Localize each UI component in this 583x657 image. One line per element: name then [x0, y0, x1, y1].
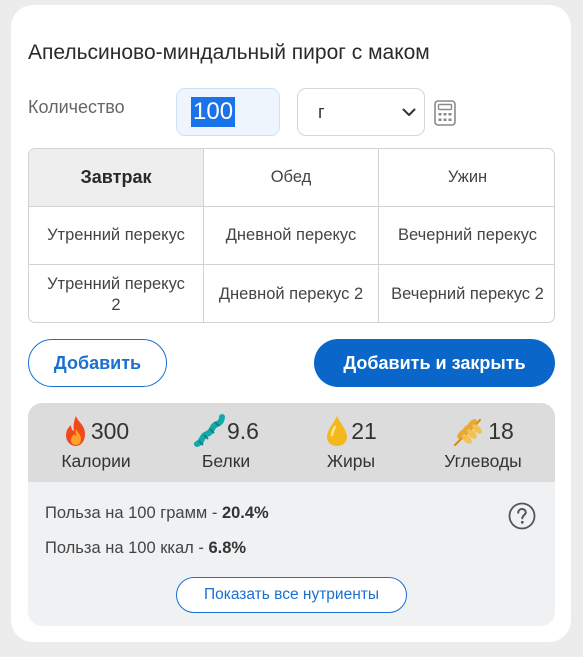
protein-label: Белки	[201, 451, 251, 471]
food-title: Апельсиново-миндальный пирог с маком	[28, 41, 430, 64]
meal-option-evening-snack[interactable]: Вечерний перекус	[379, 207, 554, 265]
fat-value: 21	[351, 417, 377, 444]
carbs-label: Углеводы	[444, 451, 522, 471]
benefit-per-100g-value: 20.4%	[221, 504, 269, 522]
benefit-per-100g: Польза на 100 грамм - 20.4%	[45, 504, 269, 523]
food-card: Апельсиново-миндальный пирог с маком Кол…	[11, 5, 571, 642]
calories-value: 300	[90, 417, 130, 444]
benefit-per-100kcal-label: Польза на 100 ккал -	[45, 539, 209, 557]
quantity-value: 100	[191, 97, 236, 127]
nutrition-panel: 300 Калории 9.6 Белки 21 Жиры 18 Углевод…	[28, 403, 555, 626]
flame-icon	[65, 416, 85, 446]
quantity-input[interactable]: 100	[176, 88, 280, 136]
carbs-value: 18	[488, 417, 514, 444]
protein-icon	[194, 414, 225, 447]
meal-option-evening-snack-2[interactable]: Вечерний перекус 2	[379, 265, 554, 322]
wheat-icon	[454, 418, 483, 447]
calories-label: Калории	[61, 451, 131, 471]
fat-drop-icon	[327, 416, 348, 446]
add-and-close-button[interactable]: Добавить и закрыть	[314, 339, 555, 387]
macro-carbs: 18 Углеводы	[430, 413, 536, 472]
meal-option-morning-snack-2[interactable]: Утренний перекус 2	[29, 265, 204, 322]
meal-option-morning-snack[interactable]: Утренний перекус	[29, 207, 204, 265]
macro-fat: 21 Жиры	[308, 413, 394, 472]
benefit-per-100kcal: Польза на 100 ккал - 6.8%	[45, 539, 246, 558]
quantity-label: Количество	[28, 97, 125, 117]
protein-value: 9.6	[227, 417, 259, 444]
help-icon[interactable]	[508, 502, 536, 530]
meal-option-dinner[interactable]: Ужин	[379, 149, 554, 207]
benefit-per-100kcal-value: 6.8%	[208, 539, 247, 557]
unit-select[interactable]: г	[297, 88, 425, 136]
unit-select-value: г	[318, 101, 325, 122]
fat-label: Жиры	[326, 451, 376, 471]
meal-table: Завтрак Обед Ужин Утренний перекус Дневн…	[28, 148, 555, 323]
macro-calories: 300 Калории	[48, 413, 144, 472]
benefit-per-100g-label: Польза на 100 грамм -	[45, 504, 222, 522]
calculator-icon[interactable]	[434, 100, 456, 126]
meal-option-afternoon-snack-2[interactable]: Дневной перекус 2	[204, 265, 379, 322]
add-button[interactable]: Добавить	[28, 339, 167, 387]
meal-option-lunch[interactable]: Обед	[204, 149, 379, 207]
meal-option-breakfast[interactable]: Завтрак	[29, 149, 204, 207]
macro-protein: 9.6 Белки	[178, 413, 274, 472]
meal-option-afternoon-snack[interactable]: Дневной перекус	[204, 207, 379, 265]
chevron-down-icon	[402, 108, 416, 116]
show-all-nutrients-button[interactable]: Показать все нутриенты	[176, 577, 407, 613]
